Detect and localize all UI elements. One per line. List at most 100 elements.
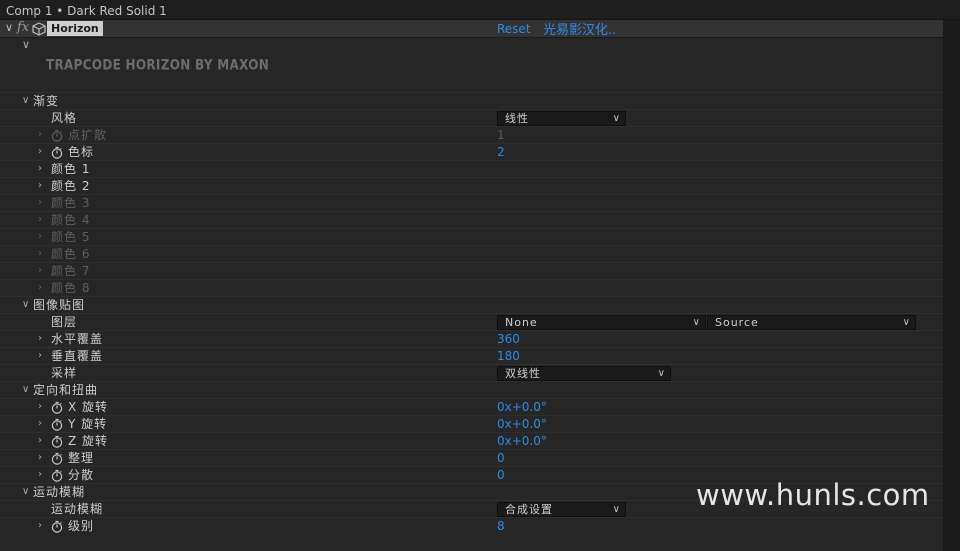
expand-chevron-icon[interactable]: › (38, 195, 42, 211)
property-row-color8[interactable]: › 颜色 8 (0, 279, 943, 296)
collapse-chevron-icon[interactable]: ∨ (5, 21, 13, 34)
stopwatch-icon[interactable] (51, 418, 63, 431)
property-row-color-stops[interactable]: › 色标 2 (0, 143, 943, 160)
property-value[interactable]: 0x+0.0° (497, 399, 547, 415)
property-label: 图层 (51, 315, 78, 329)
property-row-color3[interactable]: › 颜色 3 (0, 194, 943, 211)
property-label: 颜色 2 (51, 179, 91, 193)
layer-dropdown[interactable]: None ∨ (497, 315, 706, 330)
reset-button[interactable]: Reset (497, 22, 531, 36)
property-label: 风格 (51, 111, 78, 125)
property-label: X 旋转 (68, 400, 109, 414)
property-label: 整理 (68, 451, 95, 465)
property-row-point-spread[interactable]: › 点扩散 1 (0, 126, 943, 143)
property-value[interactable]: 180 (497, 348, 520, 364)
property-row-x-rot[interactable]: › X 旋转 0x+0.0° (0, 398, 943, 415)
property-row-z-rot[interactable]: › Z 旋转 0x+0.0° (0, 432, 943, 449)
property-row-h-cover[interactable]: › 水平覆盖 360 (0, 330, 943, 347)
property-dropdown[interactable]: 合成设置 ∨ (497, 502, 626, 517)
stopwatch-icon[interactable] (51, 520, 63, 533)
property-label: 级别 (68, 519, 95, 533)
stopwatch-icon[interactable] (51, 129, 63, 142)
property-value[interactable]: 0x+0.0° (497, 433, 547, 449)
expand-chevron-icon[interactable]: › (38, 331, 42, 347)
expand-chevron-icon[interactable]: › (38, 246, 42, 262)
property-label: 点扩散 (68, 128, 108, 142)
watermark: www.hunls.com (696, 478, 930, 512)
group-collapse-chevron-icon[interactable]: ∨ (22, 93, 29, 109)
panel-title: Comp 1 • Dark Red Solid 1 (0, 0, 960, 20)
expand-chevron-icon[interactable]: › (38, 467, 42, 483)
stopwatch-icon[interactable] (51, 452, 63, 465)
property-row-color4[interactable]: › 颜色 4 (0, 211, 943, 228)
expand-chevron-icon[interactable]: › (38, 518, 42, 534)
property-label: 水平覆盖 (51, 332, 104, 346)
property-label: 运动模糊 (33, 485, 86, 499)
property-row-level[interactable]: › 级别 8 (0, 517, 943, 534)
effect-controls-panel: ∨ fx Horizon Reset 光易影汉化.. ∨ TRAPCODE HO… (0, 20, 943, 551)
property-label: 图像贴图 (33, 298, 86, 312)
property-row-orient[interactable]: ∨ 定向和扭曲 (0, 381, 943, 398)
chevron-down-icon: ∨ (612, 504, 620, 515)
effect-name-label[interactable]: Horizon (47, 21, 103, 36)
scrollbar[interactable] (943, 20, 960, 551)
property-row-layer[interactable]: 图层 None ∨ Source ∨ (0, 313, 943, 330)
plugin-logo: TRAPCODE HORIZON BY MAXON (46, 56, 270, 74)
expand-chevron-icon[interactable]: › (38, 450, 42, 466)
expand-chevron-icon[interactable]: › (38, 263, 42, 279)
property-row-style[interactable]: 风格 线性 ∨ (0, 109, 943, 126)
fx-toggle-icon[interactable]: fx (17, 20, 29, 35)
property-row-color2[interactable]: › 颜色 2 (0, 177, 943, 194)
stopwatch-icon[interactable] (51, 435, 63, 448)
property-row-color5[interactable]: › 颜色 5 (0, 228, 943, 245)
property-value[interactable]: 0x+0.0° (497, 416, 547, 432)
expand-chevron-icon[interactable]: › (38, 229, 42, 245)
dropdown-value: 线性 (505, 112, 529, 125)
stopwatch-icon[interactable] (51, 146, 63, 159)
expand-chevron-icon[interactable]: › (38, 348, 42, 364)
property-dropdown[interactable]: 双线性 ∨ (497, 366, 671, 381)
expand-chevron-icon[interactable]: › (38, 127, 42, 143)
property-row-color6[interactable]: › 颜色 6 (0, 245, 943, 262)
property-row-tidy[interactable]: › 整理 0 (0, 449, 943, 466)
property-row-sampling[interactable]: 采样 双线性 ∨ (0, 364, 943, 381)
group-collapse-chevron-icon[interactable]: ∨ (22, 382, 29, 398)
property-row-image-map[interactable]: ∨ 图像贴图 (0, 296, 943, 313)
logo-chevron-icon[interactable]: ∨ (22, 38, 30, 51)
source-dropdown[interactable]: Source ∨ (707, 315, 916, 330)
3d-cube-icon (32, 22, 46, 36)
effect-header[interactable]: ∨ fx Horizon Reset 光易影汉化.. (0, 20, 943, 38)
property-value[interactable]: 360 (497, 331, 520, 347)
group-collapse-chevron-icon[interactable]: ∨ (22, 484, 29, 500)
property-row-gradient[interactable]: ∨ 渐变 (0, 92, 943, 109)
property-value[interactable]: 8 (497, 518, 505, 534)
property-label: 颜色 8 (51, 281, 91, 295)
expand-chevron-icon[interactable]: › (38, 433, 42, 449)
property-row-color7[interactable]: › 颜色 7 (0, 262, 943, 279)
property-label: 垂直覆盖 (51, 349, 104, 363)
expand-chevron-icon[interactable]: › (38, 144, 42, 160)
property-label: 颜色 5 (51, 230, 91, 244)
stopwatch-icon[interactable] (51, 469, 63, 482)
expand-chevron-icon[interactable]: › (38, 416, 42, 432)
expand-chevron-icon[interactable]: › (38, 178, 42, 194)
property-value: 1 (497, 128, 505, 142)
expand-chevron-icon[interactable]: › (38, 212, 42, 228)
stopwatch-icon[interactable] (51, 401, 63, 414)
chevron-down-icon: ∨ (902, 317, 910, 328)
property-label: 颜色 1 (51, 162, 91, 176)
dropdown-value: Source (715, 316, 759, 329)
property-value[interactable]: 0 (497, 467, 505, 483)
property-label: 渐变 (33, 94, 60, 108)
expand-chevron-icon[interactable]: › (38, 280, 42, 296)
property-dropdown[interactable]: 线性 ∨ (497, 111, 626, 126)
expand-chevron-icon[interactable]: › (38, 161, 42, 177)
property-value[interactable]: 2 (497, 144, 505, 160)
property-row-color1[interactable]: › 颜色 1 (0, 160, 943, 177)
property-label: 采样 (51, 366, 78, 380)
expand-chevron-icon[interactable]: › (38, 399, 42, 415)
group-collapse-chevron-icon[interactable]: ∨ (22, 297, 29, 313)
property-row-y-rot[interactable]: › Y 旋转 0x+0.0° (0, 415, 943, 432)
property-value[interactable]: 0 (497, 450, 505, 466)
property-row-v-cover[interactable]: › 垂直覆盖 180 (0, 347, 943, 364)
